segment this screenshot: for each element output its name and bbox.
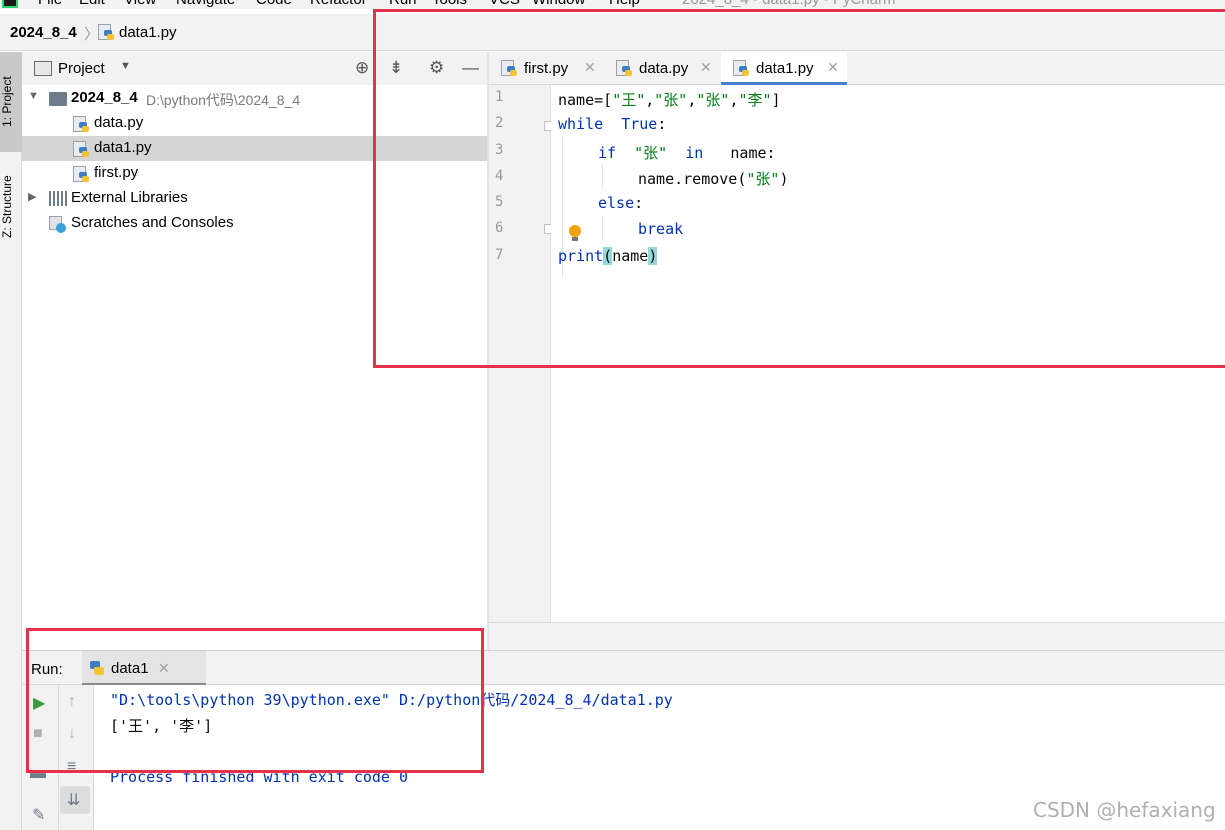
menu-navigate[interactable]: Navigate bbox=[176, 0, 235, 8]
chevron-down-icon[interactable]: ▼ bbox=[120, 60, 131, 72]
tree-file-label: first.py bbox=[94, 164, 139, 181]
scratches-icon bbox=[49, 216, 67, 233]
tree-root-path: D:\python代码\2024_8_4 bbox=[146, 92, 301, 108]
scroll-to-end-icon[interactable]: ⇊ bbox=[67, 790, 80, 810]
project-panel-title[interactable]: Project bbox=[58, 60, 105, 77]
left-tool-strip: 1: Project Z: Structure bbox=[0, 52, 22, 830]
tree-external-libraries-label: External Libraries bbox=[71, 189, 188, 206]
menu-window[interactable]: Window bbox=[532, 0, 585, 8]
annotation-box-output bbox=[26, 628, 484, 773]
locate-icon[interactable]: ⊕ bbox=[355, 58, 369, 78]
breadcrumb-separator-icon: 〉 bbox=[84, 26, 100, 43]
tree-file-label: data.py bbox=[94, 114, 144, 131]
menu-help[interactable]: Help bbox=[609, 0, 640, 8]
menu-code[interactable]: Code bbox=[256, 0, 292, 8]
breadcrumb-file[interactable]: data1.py bbox=[119, 24, 177, 41]
project-tool-tab[interactable]: 1: Project bbox=[0, 52, 22, 152]
breadcrumb-project[interactable]: 2024_8_4 bbox=[10, 24, 77, 41]
python-file-icon bbox=[73, 116, 89, 133]
menu-run[interactable]: Run bbox=[389, 0, 417, 8]
pycharm-logo-icon bbox=[2, 0, 18, 8]
python-file-icon bbox=[98, 24, 114, 41]
annotation-box-editor bbox=[373, 9, 1225, 368]
window-title: 2024_8_4 - data1.py - PyCharm bbox=[682, 0, 895, 8]
tree-scratches-label: Scratches and Consoles bbox=[71, 214, 234, 231]
menu-view[interactable]: View bbox=[124, 0, 156, 8]
pin-icon[interactable]: ✎ bbox=[32, 805, 45, 825]
python-file-icon bbox=[73, 141, 89, 158]
tree-file-label: data1.py bbox=[94, 139, 152, 156]
structure-tool-tab[interactable]: Z: Structure bbox=[0, 157, 22, 257]
expand-arrow-icon[interactable]: ▶ bbox=[28, 190, 36, 203]
project-folder-icon bbox=[34, 61, 52, 76]
tree-root-name: 2024_8_4 bbox=[71, 89, 138, 106]
menu-bar: File Edit View Navigate Code Refactor Ru… bbox=[0, 0, 1225, 9]
python-file-icon bbox=[73, 166, 89, 183]
editor-status-strip bbox=[489, 622, 1225, 650]
libraries-icon bbox=[49, 191, 67, 206]
watermark: CSDN @hefaxiang bbox=[1033, 798, 1216, 822]
menu-edit[interactable]: Edit bbox=[79, 0, 105, 8]
expand-arrow-icon[interactable]: ▼ bbox=[28, 90, 39, 102]
menu-vcs[interactable]: VCS bbox=[489, 0, 520, 8]
folder-icon bbox=[49, 92, 67, 106]
menu-refactor[interactable]: Refactor bbox=[310, 0, 367, 8]
menu-tools[interactable]: Tools bbox=[432, 0, 467, 8]
menu-file[interactable]: File bbox=[38, 0, 62, 8]
